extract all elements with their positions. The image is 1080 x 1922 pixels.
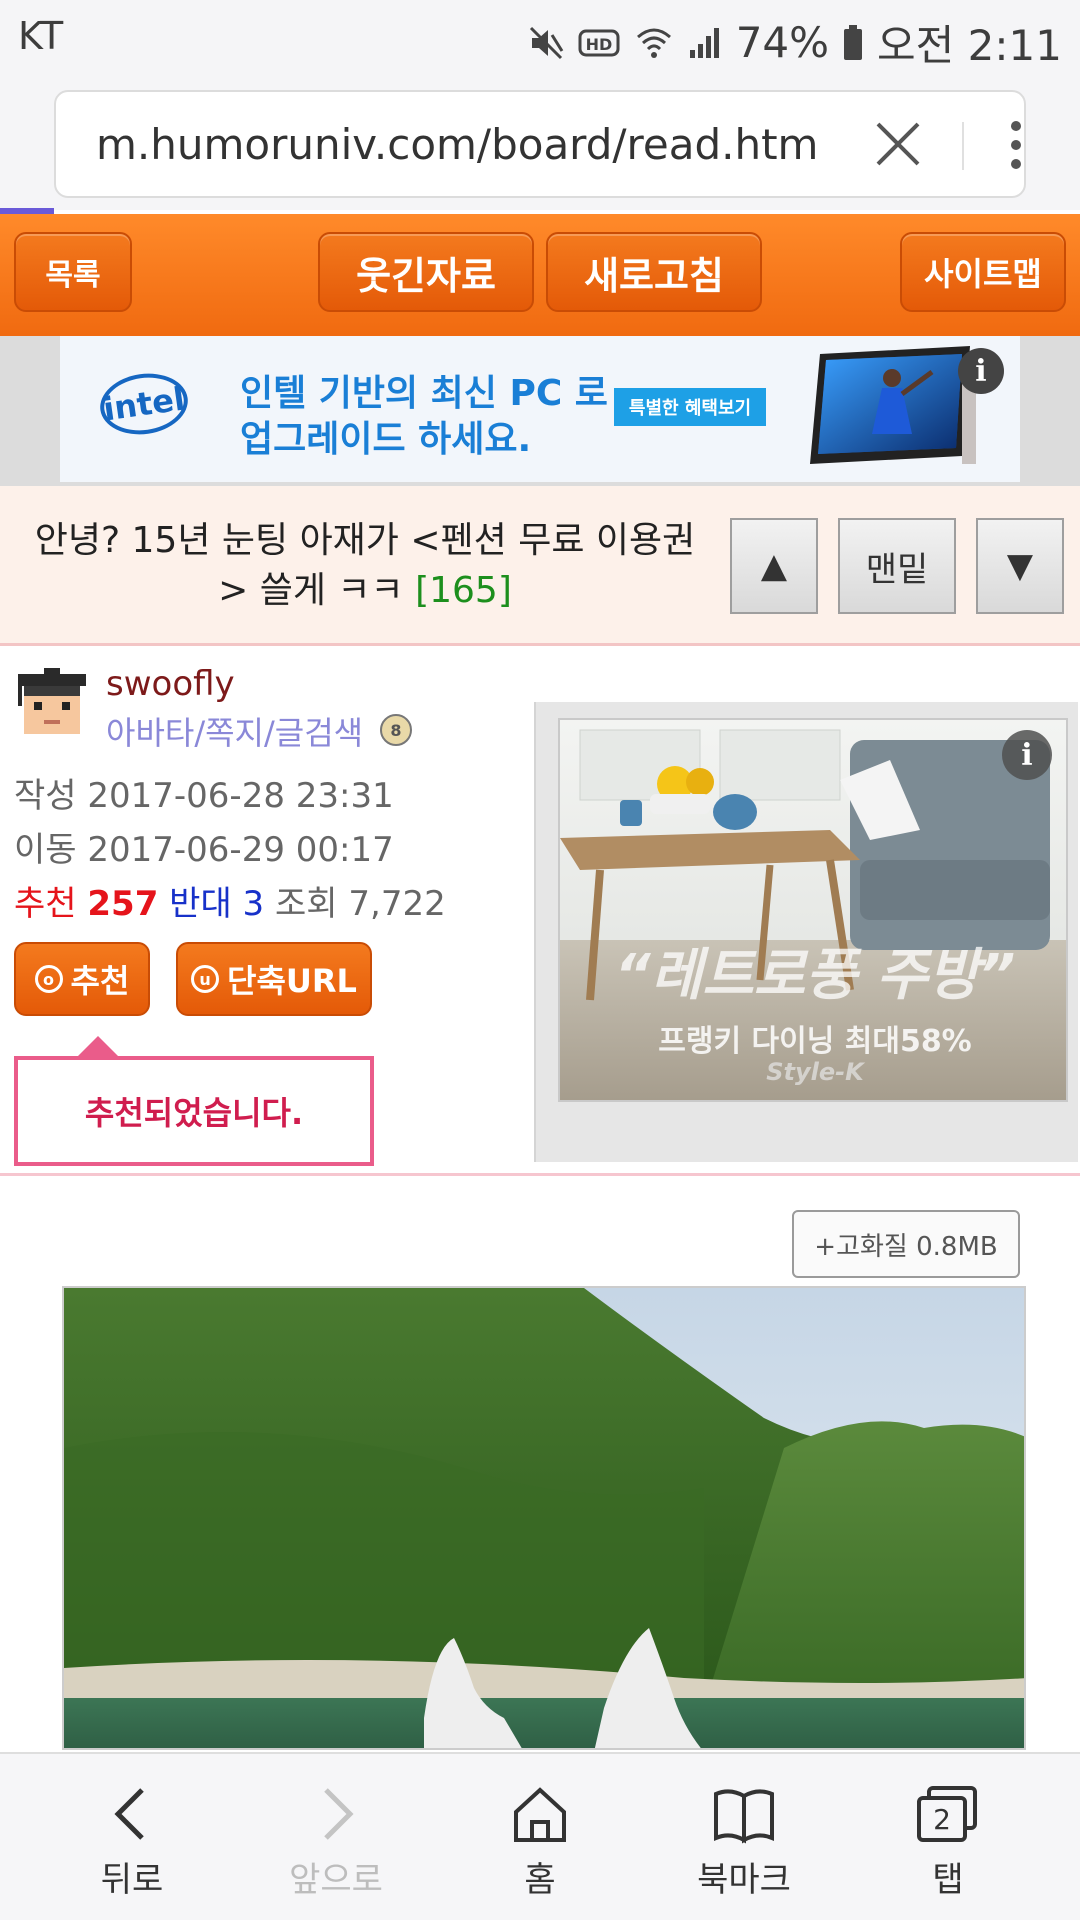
recommend-button[interactable]: o 추천 [14,942,150,1016]
chevron-left-icon [114,1788,144,1840]
stats-row: 추천 257 반대 3 조회 7,722 [14,876,446,925]
intel-ad[interactable]: intel 인텔 기반의 최신 PC 로 업그레이드 하세요. 특별한 혜택보기 [60,336,1020,482]
written-label: 작성 [14,776,77,816]
svg-text:HD: HD [585,35,612,54]
recommend-button-label: 추천 [70,962,130,1000]
author-links[interactable]: 아바타/쪽지/글검색 [106,708,363,754]
home-label: 홈 [524,1860,556,1900]
avatar[interactable] [14,668,90,744]
oppose-count: 3 [242,884,265,924]
battery-icon [844,24,863,60]
side-ad-headline: “레트로풍 주방” [614,943,1016,1008]
written-date-row: 작성 2017-06-28 23:31 [14,768,394,817]
tabs-label: 탭 [932,1860,964,1900]
clock: 오전 2:11 [877,21,1062,70]
top-ad-banner[interactable]: intel 인텔 기반의 최신 PC 로 업그레이드 하세요. 특별한 혜택보기 [0,336,1080,486]
funny-posts-button[interactable]: 웃긴자료 [318,232,534,312]
side-ad-image[interactable]: “레트로풍 주방” 프랭키 다이닝 최대58% Style-K [558,718,1068,1102]
site-nav: 목록 웃긴자료 새로고침 사이트맵 [0,214,1080,336]
forward-label: 앞으로 [289,1860,383,1900]
bookmarks-button[interactable]: 북마크 [644,1754,844,1922]
browser-bottom-toolbar: 뒤로 앞으로 홈 북마크 2 탭 [0,1752,1080,1920]
tab-count: 2 [933,1803,951,1836]
back-button[interactable]: 뒤로 [32,1754,232,1922]
ad-info-icon[interactable]: i [958,348,1004,394]
ad-line-2: 업그레이드 하세요. [240,419,532,460]
written-date: 2017-06-28 23:31 [87,776,394,816]
ad-cta-button[interactable]: 특별한 혜택보기 [614,388,766,426]
refresh-button[interactable]: 새로고침 [546,232,762,312]
recommend-circle-icon: o [34,965,63,993]
tabs-button[interactable]: 2 탭 [848,1754,1048,1922]
laptop-image [810,346,976,464]
address-bar-divider [962,122,964,170]
mute-icon [529,26,563,59]
post-title-text: 안녕? 15년 눈팅 아재가 <펜션 무료 이용권> 쓸게 ㅋㅋ [34,520,696,611]
post-title[interactable]: 안녕? 15년 눈팅 아재가 <펜션 무료 이용권> 쓸게 ㅋㅋ [165] [20,516,710,616]
carrier-label: KT [18,14,64,58]
home-icon [514,1787,566,1842]
oppose-label: 반대 [169,884,232,924]
scroll-bottom-button[interactable]: 맨밑 [838,518,956,614]
short-url-circle-icon: u [191,965,220,993]
mountain-lake-photo [64,1288,1024,1748]
bookmarks-label: 북마크 [697,1860,791,1900]
moved-date: 2017-06-29 00:17 [87,830,394,870]
scroll-up-button[interactable]: ▲ [730,518,818,614]
post-photo[interactable] [62,1286,1026,1750]
moved-label: 이동 [14,830,77,870]
signal-icon [689,27,719,58]
short-url-button-label: 단축URL [227,962,357,1000]
comment-count[interactable]: [165] [415,570,512,611]
home-button[interactable]: 홈 [440,1754,640,1922]
side-ad[interactable]: “레트로풍 주방” 프랭키 다이닝 최대58% Style-K [534,702,1078,1162]
close-icon[interactable] [868,114,928,174]
side-ad-brand: Style-K [766,1058,864,1086]
recommended-tooltip: 추천되었습니다. [14,1056,374,1166]
kebab-menu-icon[interactable] [996,114,1036,176]
wifi-icon [636,28,671,58]
side-ad-info-icon[interactable]: i [1002,730,1052,780]
book-icon [714,1789,774,1844]
status-right: HD 74% 오전 2:11 [528,12,1062,73]
sitemap-button[interactable]: 사이트맵 [900,232,1066,312]
hd-icon: HD [578,29,620,56]
high-quality-button[interactable]: +고화질 0.8MB [792,1210,1020,1278]
post-info-section: swoofly 아바타/쪽지/글검색 8 작성 2017-06-28 23:31… [0,646,1080,1176]
recommend-count: 257 [87,884,159,924]
views-label: 조회 [275,884,338,924]
badge-icon: 8 [380,714,412,746]
ad-line-1: 인텔 기반의 최신 PC 로 [240,373,608,414]
list-button[interactable]: 목록 [14,232,132,312]
tooltip-arrow [78,1036,118,1056]
moved-date-row: 이동 2017-06-29 00:17 [14,822,394,871]
chevron-right-icon [324,1788,354,1840]
forward-button[interactable]: 앞으로 [236,1754,436,1922]
scroll-down-button[interactable]: ▼ [976,518,1064,614]
views-count: 7,722 [348,884,446,924]
url-text[interactable]: m.humoruniv.com/board/read.htm [96,120,816,169]
battery-percent: 74% [735,18,830,67]
post-title-row: 안녕? 15년 눈팅 아재가 <펜션 무료 이용권> 쓸게 ㅋㅋ [165] ▲… [0,486,1080,646]
back-label: 뒤로 [100,1860,164,1900]
intel-logo: intel [96,368,192,440]
side-ad-subtitle: 프랭키 다이닝 최대58% [658,1024,972,1059]
address-bar[interactable]: m.humoruniv.com/board/read.htm [54,90,1026,198]
author-name[interactable]: swoofly [106,664,235,704]
browser-toolbar: m.humoruniv.com/board/read.htm [0,78,1080,210]
recommend-label: 추천 [14,884,77,924]
status-bar: KT HD 74% 오전 2:11 [0,0,1080,78]
short-url-button[interactable]: u 단축URL [176,942,372,1016]
tabs-icon: 2 [917,1786,977,1842]
